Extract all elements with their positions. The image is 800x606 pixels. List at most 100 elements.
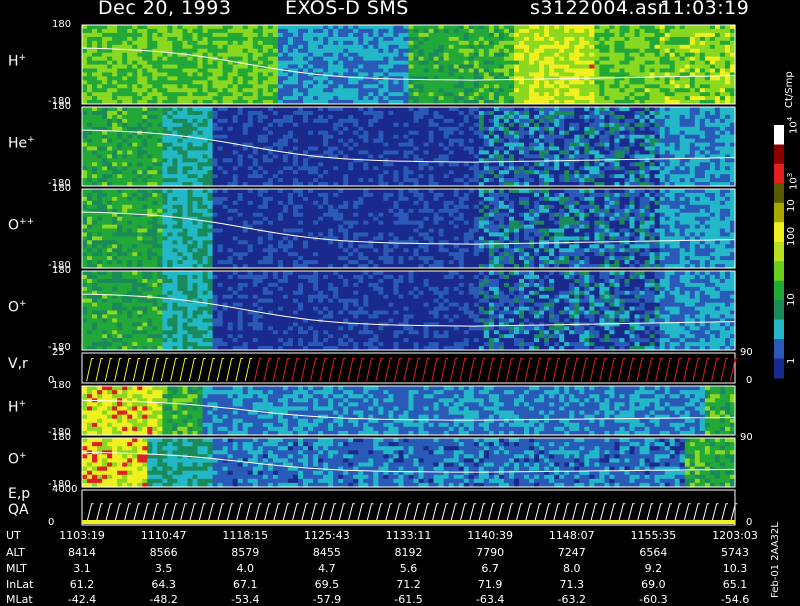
- heat-cell: [438, 48, 445, 54]
- heat-cell: [97, 114, 103, 120]
- heat-cell: [122, 84, 128, 89]
- heat-cell: [624, 138, 631, 144]
- heat-cell: [478, 166, 485, 171]
- heat-cell: [192, 111, 199, 116]
- heat-cell: [162, 56, 168, 62]
- heat-cell: [152, 40, 158, 46]
- heat-cell: [624, 48, 631, 54]
- heat-cell: [453, 142, 460, 148]
- heat-cell: [217, 92, 224, 97]
- heat-cell: [654, 170, 661, 175]
- heat-cell: [197, 118, 204, 124]
- heat-cell: [373, 40, 379, 46]
- heat-cell: [534, 44, 540, 50]
- heat-cell: [509, 122, 515, 128]
- heat-cell: [639, 114, 646, 120]
- heat-cell: [398, 166, 405, 171]
- heat-cell: [388, 36, 394, 42]
- heat-cell: [82, 84, 88, 89]
- heat-cell: [524, 134, 530, 140]
- heat-cell: [539, 111, 545, 116]
- heat-cell: [383, 72, 389, 77]
- heat-cell: [87, 178, 93, 183]
- heat-cell: [363, 126, 369, 132]
- heat-cell: [674, 170, 681, 175]
- heat-cell: [549, 72, 555, 77]
- heat-cell: [639, 154, 646, 159]
- heat-cell: [127, 92, 133, 97]
- heat-cell: [232, 111, 239, 116]
- heat-cell: [358, 146, 364, 151]
- heat-cell: [262, 68, 269, 73]
- heat-cell: [569, 170, 575, 175]
- heat-cell: [102, 32, 108, 38]
- heat-cell: [298, 48, 304, 54]
- heat-cell: [383, 52, 389, 58]
- heat-cell: [82, 178, 88, 183]
- heat-cell: [177, 107, 183, 112]
- heat-cell: [398, 92, 405, 97]
- heat-cell: [403, 76, 410, 81]
- heat-cell: [599, 166, 605, 171]
- heat-cell: [709, 84, 716, 89]
- heat-cell: [323, 88, 329, 93]
- heat-cell: [333, 107, 339, 112]
- heat-cell: [584, 72, 590, 77]
- heat-cell: [448, 114, 455, 120]
- heat-cell: [664, 36, 671, 42]
- heat-cell: [373, 68, 379, 73]
- heat-cell: [599, 126, 605, 132]
- heat-cell: [257, 158, 264, 163]
- heat-cell: [403, 130, 410, 136]
- heat-cell: [107, 118, 113, 124]
- heat-cell: [127, 146, 133, 151]
- heat-cell: [443, 36, 450, 42]
- heat-cell: [559, 32, 565, 38]
- heat-cell: [579, 96, 585, 101]
- heat-cell: [247, 174, 254, 179]
- heat-cell: [162, 25, 168, 30]
- heat-cell: [217, 142, 224, 148]
- heat-cell: [664, 60, 671, 66]
- heat-cell: [644, 114, 651, 120]
- heat-cell: [539, 114, 545, 120]
- heat-cell: [157, 170, 163, 175]
- heat-cell: [343, 80, 349, 85]
- heat-cell: [554, 80, 560, 85]
- heat-cell: [493, 48, 500, 54]
- heat-cell: [262, 170, 269, 175]
- heat-cell: [102, 80, 108, 85]
- heat-cell: [544, 122, 550, 128]
- heat-cell: [157, 44, 163, 50]
- heat-cell: [679, 88, 686, 93]
- heat-cell: [162, 162, 168, 167]
- heat-cell: [493, 40, 500, 46]
- heat-cell: [458, 111, 465, 116]
- heat-cell: [629, 142, 636, 148]
- heat-cell: [192, 64, 199, 69]
- heat-cell: [277, 162, 284, 167]
- heat-cell: [519, 96, 525, 101]
- heat-cell: [493, 28, 500, 34]
- heat-cell: [529, 92, 535, 97]
- heat-cell: [519, 84, 525, 89]
- heat-cell: [423, 170, 430, 175]
- heat-cell: [82, 122, 88, 128]
- heat-cell: [453, 68, 460, 73]
- heat-cell: [212, 44, 219, 50]
- heat-cell: [298, 56, 304, 62]
- heat-cell: [97, 158, 103, 163]
- heat-cell: [468, 36, 475, 42]
- heat-cell: [82, 166, 88, 171]
- heat-cell: [634, 88, 641, 93]
- heat-cell: [242, 114, 249, 120]
- heat-cell: [413, 122, 420, 128]
- heat-cell: [669, 40, 676, 46]
- heat-cell: [348, 150, 354, 155]
- heat-cell: [207, 154, 214, 159]
- heat-cell: [594, 28, 600, 34]
- heat-cell: [554, 170, 560, 175]
- heat-cell: [448, 122, 455, 128]
- heat-cell: [554, 174, 560, 179]
- heat-cell: [599, 52, 605, 58]
